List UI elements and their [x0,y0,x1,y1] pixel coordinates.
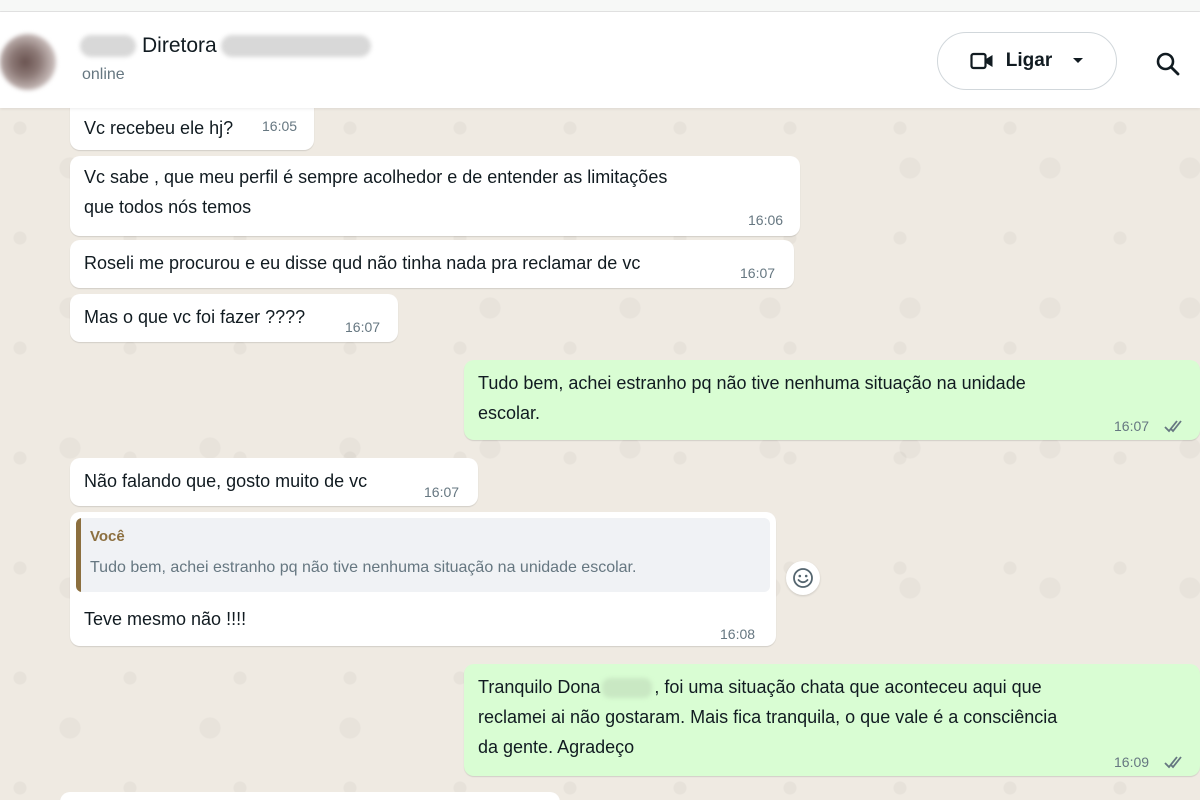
chat-header: Diretora online Ligar [0,12,1200,108]
call-button-label: Ligar [1005,50,1053,71]
contact-name-row[interactable]: Diretora [80,32,371,60]
message-text: Mas o que vc foi fazer ???? [84,307,306,327]
message-in[interactable]: Vc sabe , que meu perfil é sempre acolhe… [70,156,800,236]
contact-status: online [82,66,125,83]
quoted-message[interactable]: Você Tudo bem, achei estranho pq não tiv… [76,518,770,592]
message-time: 16:07 [740,265,776,281]
message-time: 16:07 [345,319,381,335]
message-text-part: , foi uma situação chata que aconteceu a… [654,677,1042,697]
message-text-line: Tranquilo Dona , foi uma situação chata q… [478,672,1042,702]
double-check-icon [1164,420,1182,433]
react-button[interactable] [786,561,820,595]
call-button[interactable]: Ligar [937,32,1117,90]
message-in[interactable]: Mas o que vc foi fazer ???? 16:07 [70,294,398,342]
quote-author: Você [90,528,125,545]
message-time: 16:07 [1114,418,1150,434]
message-time: 16:05 [262,118,298,134]
quote-text: Tudo bem, achei estranho pq não tive nen… [90,559,637,576]
message-text-line: da gente. Agradeço [478,737,635,757]
chat-messages-area[interactable]: Vc recebeu ele hj? 16:05 Vc sabe , que m… [0,108,1200,800]
redacted-name-part [220,35,371,57]
message-time: 16:07 [424,484,460,500]
message-time: 16:08 [720,626,756,642]
contact-name: Diretora [142,34,217,57]
message-in[interactable]: Vc recebeu ele hj? 16:05 [70,108,314,150]
message-text: Vc recebeu ele hj? [84,118,234,138]
message-text: Não falando que, gosto muito de vc [84,471,368,491]
message-text-line: Vc sabe , que meu perfil é sempre acolhe… [84,167,668,187]
message-in[interactable]: Roseli me procurou e eu disse qud não ti… [70,240,794,288]
redacted-name-part [80,35,136,57]
quote-accent-bar [76,518,81,592]
double-check-icon [1164,756,1182,769]
search-button[interactable] [1150,46,1186,82]
message-in[interactable]: Não falando que, gosto muito de vc 16:07 [70,458,478,506]
message-text-line: reclamei ai não gostaram. Mais fica tran… [478,707,1058,727]
message-time: 16:06 [748,212,784,228]
message-time: 16:09 [1114,754,1150,770]
message-text-line: escolar. [478,403,541,423]
message-text-part: Tranquilo Dona [478,677,601,697]
message-out[interactable]: Tranquilo Dona , foi uma situação chata q… [464,664,1200,776]
emoji-smile-icon [793,568,813,588]
message-text: Teve mesmo não !!!! [84,609,247,629]
message-text-line: Tudo bem, achei estranho pq não tive nen… [478,373,1026,393]
message-in-reply[interactable]: Você Tudo bem, achei estranho pq não tiv… [70,512,776,646]
caret-down-icon[interactable] [1072,57,1084,65]
window-top-strip [0,0,1200,12]
video-camera-icon [970,52,993,70]
redacted-name [602,678,653,699]
message-text: Roseli me procurou e eu disse qud não ti… [84,253,641,273]
message-in[interactable] [60,792,560,800]
message-out[interactable]: Tudo bem, achei estranho pq não tive nen… [464,360,1200,440]
search-icon [1156,52,1180,76]
avatar[interactable] [0,34,56,90]
message-text-line: que todos nós temos [84,197,252,217]
